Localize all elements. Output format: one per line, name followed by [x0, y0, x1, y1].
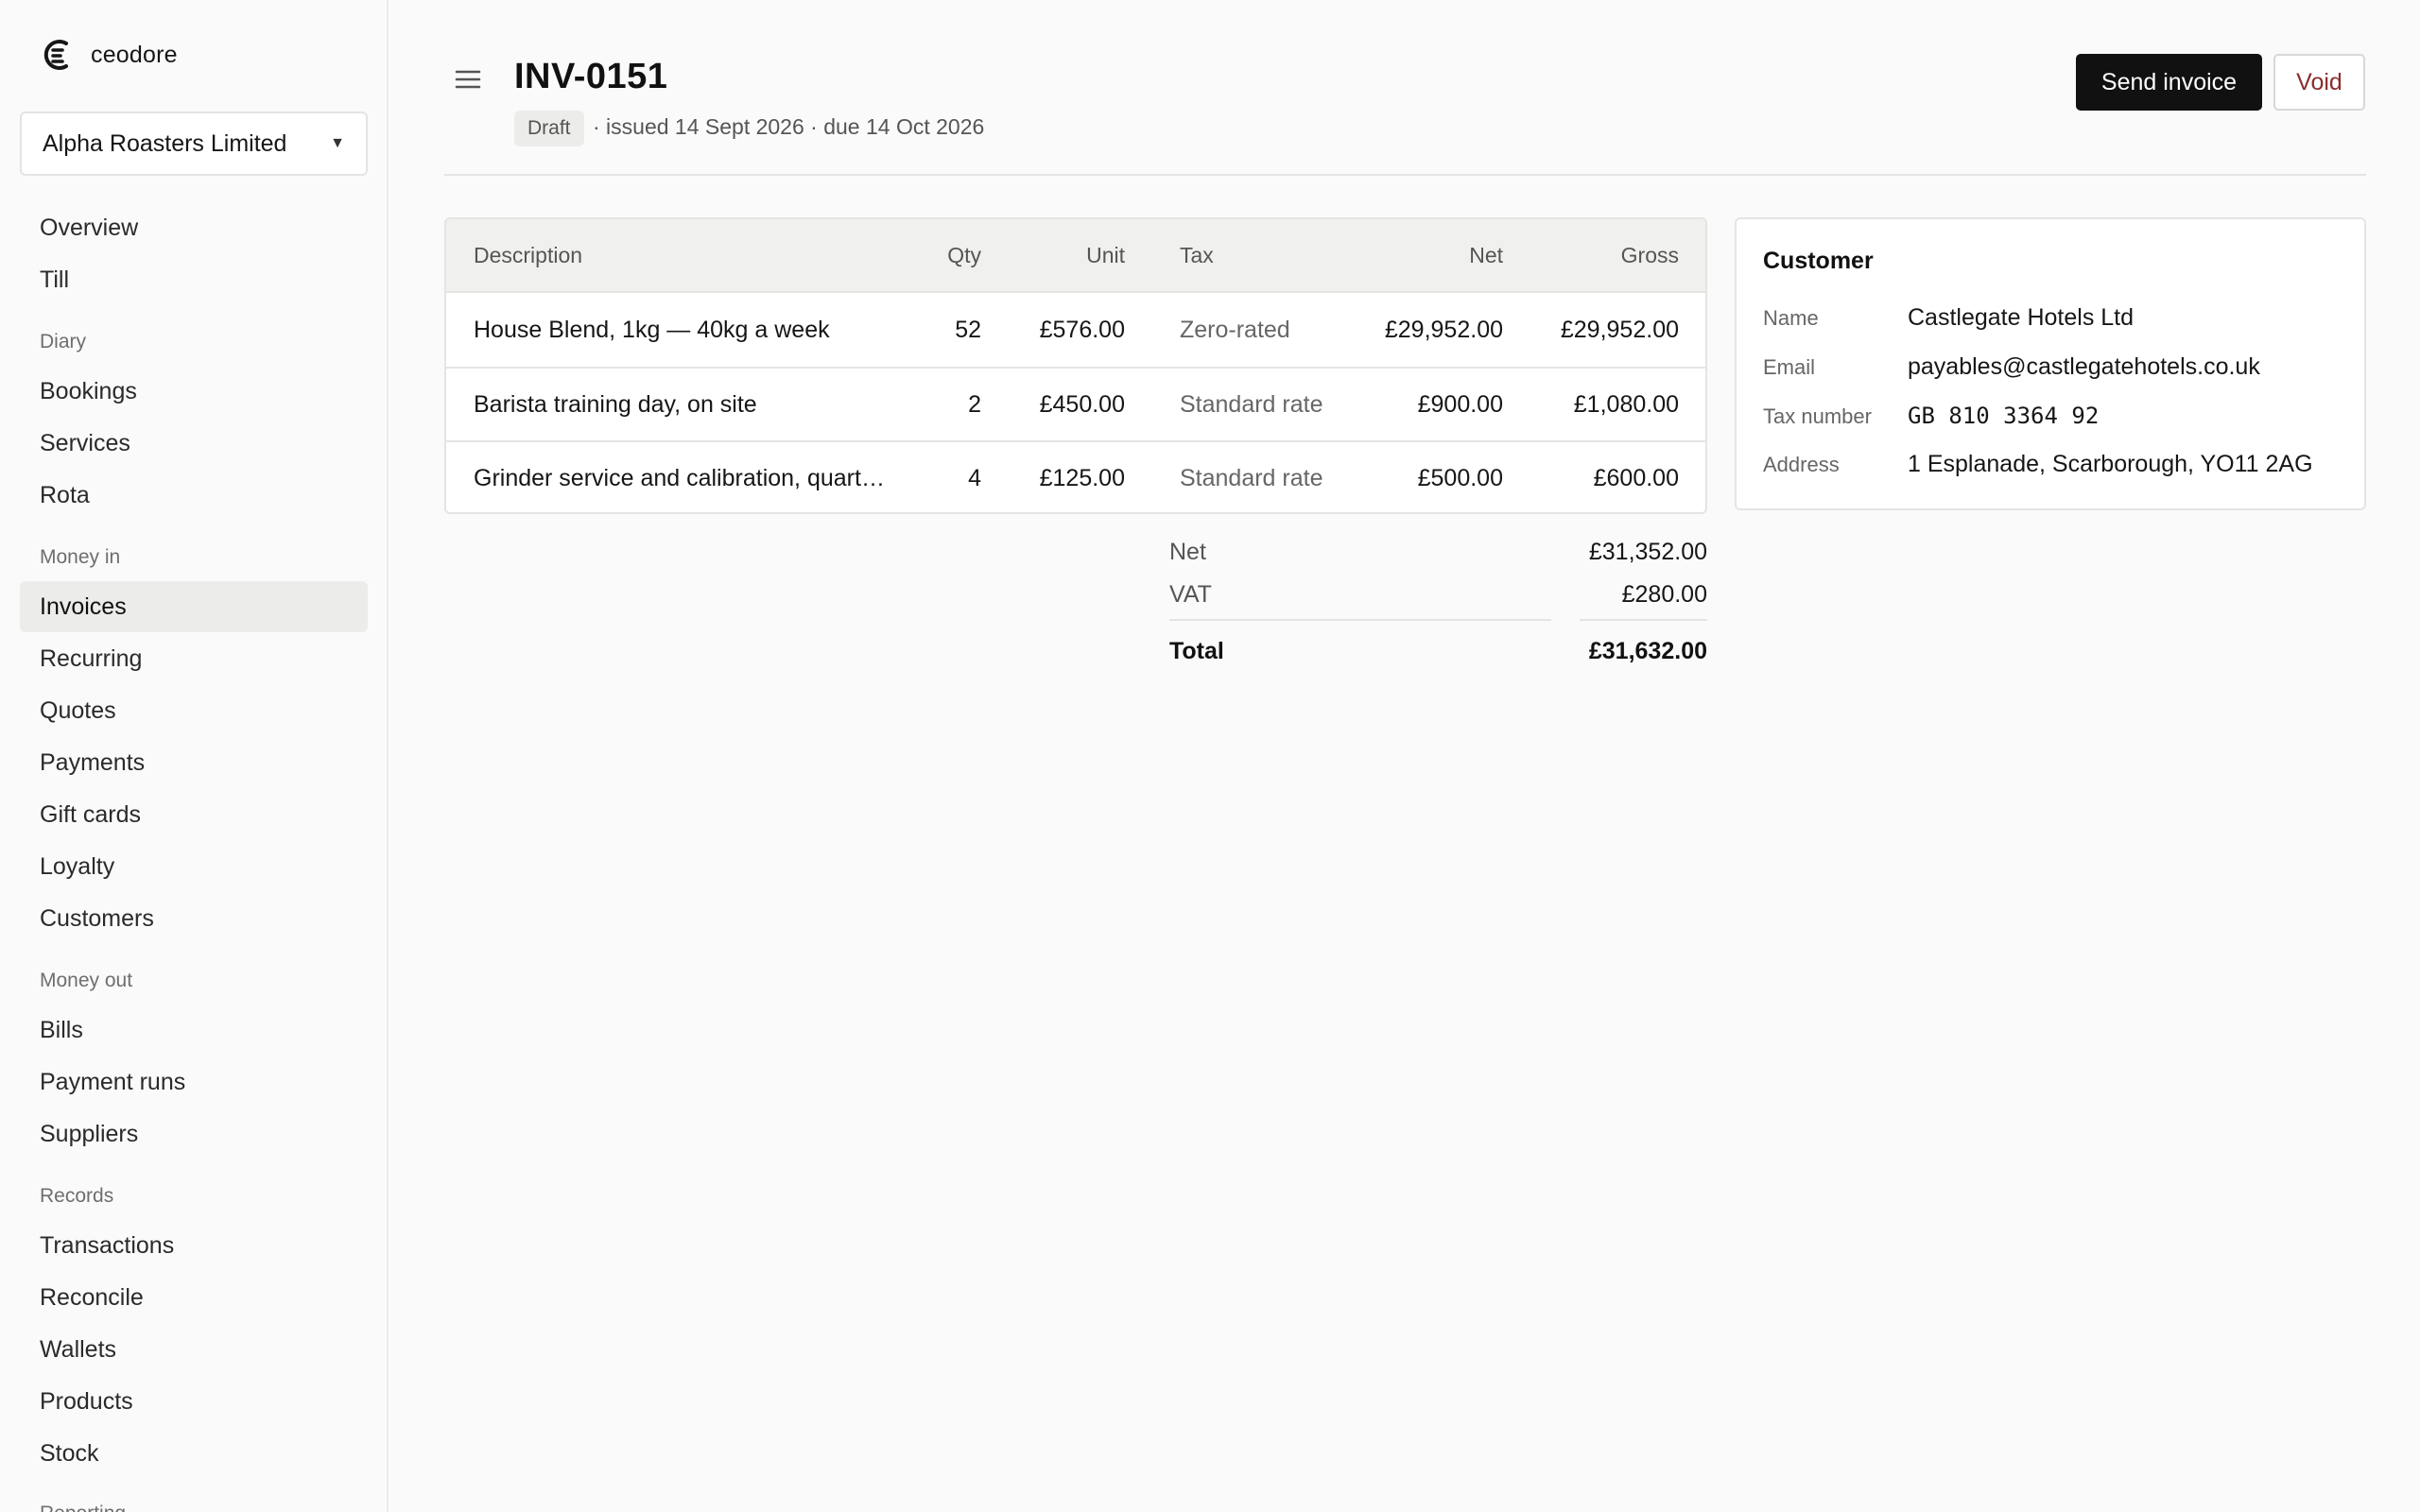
row-qty: 2	[968, 390, 981, 418]
customer-address-label: Address	[1763, 453, 1840, 476]
customer-email-label: Email	[1763, 355, 1816, 379]
column-header-net: Net	[1469, 242, 1503, 267]
row-unit: £576.00	[1039, 316, 1125, 343]
sidebar-item-wallets[interactable]: Wallets	[20, 1324, 368, 1375]
column-header-gross: Gross	[1620, 242, 1679, 267]
row-description-text: Grinder service and calibration, quarter…	[474, 464, 890, 491]
sidebar-item-customers[interactable]: Customers	[20, 893, 368, 944]
sidebar-item-payments[interactable]: Payments	[20, 737, 368, 788]
sidebar-item-recurring[interactable]: Recurring	[20, 633, 368, 684]
column-header-description: Description	[474, 242, 583, 267]
customer-email-value[interactable]: payables@castlegatehotels.co.uk	[1908, 353, 2260, 381]
grand-total-value: £31,632.00	[1588, 638, 1707, 664]
row-tax: Standard rate	[1180, 464, 1323, 491]
row-unit: £450.00	[1039, 390, 1125, 418]
sidebar-section-records: Records	[40, 1185, 114, 1207]
sidebar-item-reconcile[interactable]: Reconcile	[20, 1272, 368, 1323]
customer-address-value: 1 Esplanade, Scarborough, YO11 2AG	[1908, 451, 2313, 477]
grand-total-label: Total	[1169, 638, 1224, 664]
invoice-dates: · issued 14 Sept 2026 · due 14 Oct 2026	[593, 114, 985, 139]
sidebar-item-products[interactable]: Products	[20, 1376, 368, 1427]
row-net: £500.00	[1417, 464, 1503, 491]
vat-total-value: £280.00	[1621, 581, 1707, 608]
row-net: £29,952.00	[1384, 316, 1503, 343]
sidebar-item-payment-runs[interactable]: Payment runs	[20, 1057, 368, 1108]
brand[interactable]: ceodore	[40, 36, 178, 74]
row-qty: 52	[955, 316, 981, 343]
net-total-label: Net	[1169, 539, 1206, 565]
ceodore-logo-icon	[43, 40, 68, 70]
net-total-value: £31,352.00	[1588, 539, 1707, 565]
sidebar-item-loyalty[interactable]: Loyalty	[20, 841, 368, 892]
sidebar-item-till[interactable]: Till	[20, 254, 368, 305]
row-description: Barista training day, on site	[474, 369, 890, 440]
totals-divider	[1169, 619, 1551, 621]
customer-tax-number-value: GB 810 3364 92	[1908, 403, 2100, 429]
customer-card: Customer Name Castlegate Hotels Ltd Emai…	[1735, 217, 2366, 510]
sidebar-item-suppliers[interactable]: Suppliers	[20, 1108, 368, 1160]
send-invoice-button[interactable]: Send invoice	[2076, 54, 2262, 111]
organisation-name: Alpha Roasters Limited	[43, 129, 287, 157]
row-description-text: Barista training day, on site	[474, 390, 757, 418]
table-header: Description Qty Unit Tax Net Gross	[446, 219, 1705, 293]
sidebar-section-reporting: Reporting	[40, 1503, 126, 1512]
page-title: INV-0151	[514, 57, 668, 96]
sidebar-item-bookings[interactable]: Bookings	[20, 366, 368, 417]
row-description: House Blend, 1kg — 40kg a week	[474, 293, 890, 367]
row-net: £900.00	[1417, 390, 1503, 418]
column-header-tax: Tax	[1180, 242, 1214, 267]
sidebar-item-gift-cards[interactable]: Gift cards	[20, 789, 368, 840]
totals-divider-value	[1580, 619, 1707, 621]
sidebar-section-money-out: Money out	[40, 970, 133, 991]
customer-name-value: Castlegate Hotels Ltd	[1908, 304, 2135, 331]
sidebar-section-money-in: Money in	[40, 546, 121, 568]
row-tax: Standard rate	[1180, 390, 1323, 418]
sidebar-item-quotes[interactable]: Quotes	[20, 685, 368, 736]
vat-total-label: VAT	[1169, 581, 1212, 608]
row-gross: £1,080.00	[1573, 390, 1679, 418]
sidebar-item-stock[interactable]: Stock	[20, 1428, 368, 1479]
table-row[interactable]: Barista training day, on site 2 £450.00 …	[446, 367, 1705, 440]
caret-down-icon: ▼	[330, 135, 345, 151]
table-row[interactable]: House Blend, 1kg — 40kg a week 52 £576.0…	[446, 293, 1705, 367]
customer-card-title: Customer	[1763, 248, 1874, 274]
sidebar-item-services[interactable]: Services	[20, 418, 368, 469]
row-description: Grinder service and calibration, quarter…	[474, 442, 890, 512]
row-unit: £125.00	[1039, 464, 1125, 491]
sidebar-item-overview[interactable]: Overview	[20, 202, 368, 253]
header-divider	[444, 174, 2366, 176]
sidebar-section-diary: Diary	[40, 331, 87, 352]
customer-tax-number-label: Tax number	[1763, 404, 1872, 428]
row-tax: Zero-rated	[1180, 316, 1290, 343]
void-button[interactable]: Void	[2273, 54, 2365, 111]
column-header-qty: Qty	[947, 242, 981, 267]
customer-name-label: Name	[1763, 306, 1819, 330]
sidebar: ceodore Alpha Roasters Limited ▼ Overvie…	[0, 0, 389, 1512]
table-row[interactable]: Grinder service and calibration, quarter…	[446, 440, 1705, 512]
sidebar-item-rota[interactable]: Rota	[20, 470, 368, 521]
menu-icon[interactable]	[455, 68, 481, 91]
sidebar-item-invoices[interactable]: Invoices	[20, 581, 368, 632]
sidebar-item-transactions[interactable]: Transactions	[20, 1220, 368, 1271]
row-description-text: House Blend, 1kg — 40kg a week	[474, 316, 830, 343]
column-header-unit: Unit	[1086, 242, 1125, 267]
main-content: INV-0151 Draft · issued 14 Sept 2026 · d…	[389, 0, 2420, 1512]
status-badge: Draft	[514, 111, 584, 146]
row-gross: £29,952.00	[1560, 316, 1679, 343]
line-items-table: Description Qty Unit Tax Net Gross House…	[444, 217, 1707, 514]
sidebar-item-bills[interactable]: Bills	[20, 1005, 368, 1056]
row-qty: 4	[968, 464, 981, 491]
brand-name: ceodore	[91, 41, 178, 68]
row-gross: £600.00	[1593, 464, 1679, 491]
organisation-select[interactable]: Alpha Roasters Limited ▼	[20, 112, 368, 176]
